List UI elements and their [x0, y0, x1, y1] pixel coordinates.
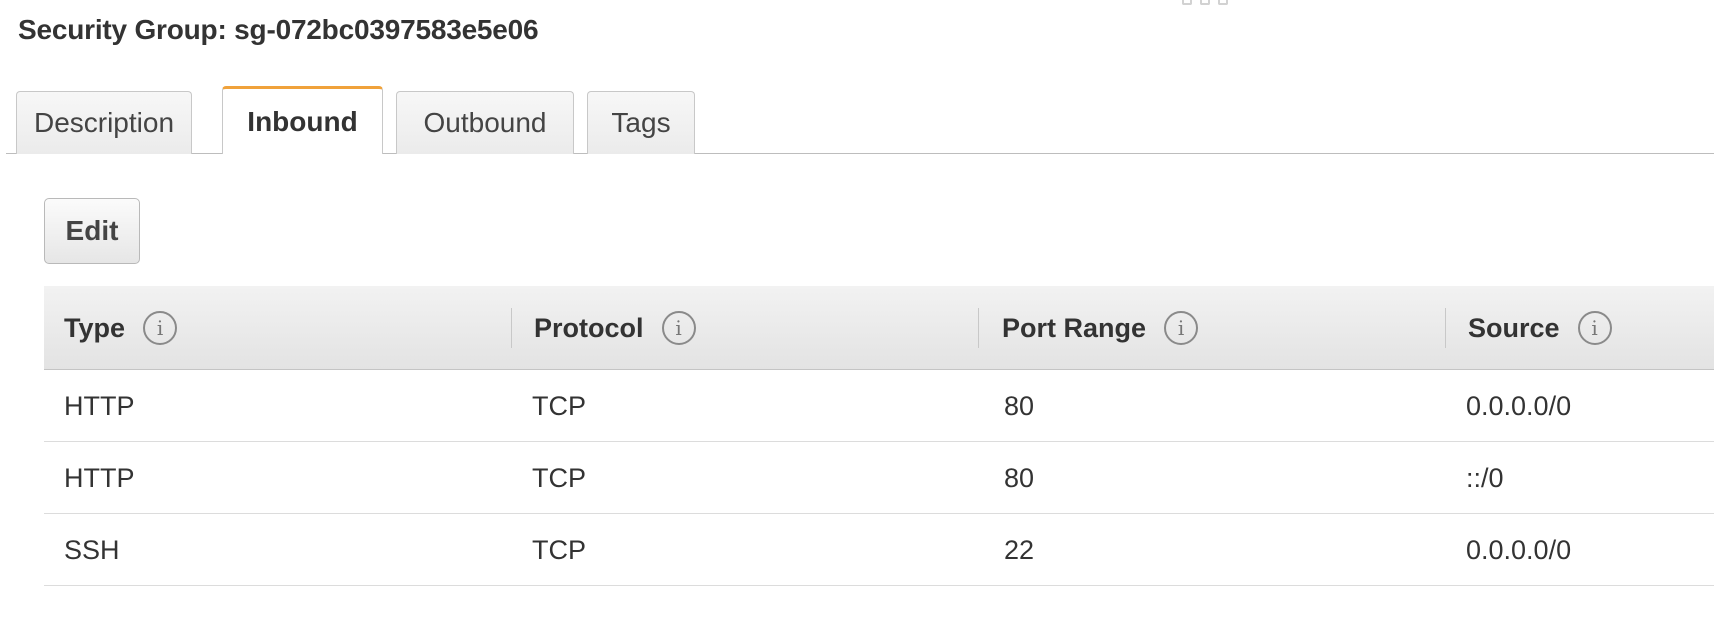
cell-protocol: TCP	[532, 390, 586, 421]
info-icon[interactable]: i	[661, 311, 696, 345]
page-title: Security Group: sg-072bc0397583e5e06	[18, 14, 539, 45]
column-header-label: Protocol	[534, 312, 644, 343]
info-icon[interactable]: i	[143, 311, 178, 345]
cell-source: 0.0.0.0/0	[1466, 534, 1572, 565]
table-row[interactable]: HTTP TCP 80 ::/0	[44, 442, 1714, 514]
cell-port-range: 22	[1004, 534, 1035, 565]
cell-type: HTTP	[64, 462, 135, 493]
info-icon[interactable]: i	[1577, 311, 1612, 345]
cell-port-range: 80	[1004, 462, 1035, 493]
cell-type: SSH	[64, 534, 120, 565]
inbound-rules-table: Type i Protocol i Port Range i Source i …	[44, 286, 1714, 586]
cell-source: ::/0	[1466, 462, 1504, 493]
resize-handle-icon[interactable]	[1182, 0, 1228, 5]
cell-source: 0.0.0.0/0	[1466, 390, 1572, 421]
column-header-source[interactable]: Source i	[1468, 286, 1612, 370]
column-header-protocol[interactable]: Protocol i	[534, 286, 696, 370]
column-header-label: Port Range	[1002, 312, 1147, 343]
column-divider[interactable]	[1445, 308, 1446, 348]
edit-button[interactable]: Edit	[44, 198, 140, 264]
tab-outbound[interactable]: Outbound	[396, 91, 574, 154]
cell-protocol: TCP	[532, 534, 586, 565]
tab-bar: Description Inbound Outbound Tags	[0, 86, 1714, 155]
column-divider[interactable]	[511, 308, 512, 348]
column-header-label: Type	[64, 312, 126, 343]
column-divider[interactable]	[978, 308, 979, 348]
table-header: Type i Protocol i Port Range i Source i	[44, 286, 1714, 370]
table-row[interactable]: SSH TCP 22 0.0.0.0/0	[44, 514, 1714, 586]
cell-protocol: TCP	[532, 462, 586, 493]
column-header-type[interactable]: Type i	[64, 286, 178, 370]
tab-tags[interactable]: Tags	[587, 91, 695, 154]
column-header-port-range[interactable]: Port Range i	[1002, 286, 1199, 370]
tab-description[interactable]: Description	[16, 91, 192, 154]
info-icon[interactable]: i	[1164, 311, 1199, 345]
security-group-panel: Security Group: sg-072bc0397583e5e06 Des…	[0, 0, 1714, 622]
column-header-label: Source	[1468, 312, 1560, 343]
cell-type: HTTP	[64, 390, 135, 421]
tab-inbound[interactable]: Inbound	[222, 86, 383, 155]
table-row[interactable]: HTTP TCP 80 0.0.0.0/0	[44, 370, 1714, 442]
cell-port-range: 80	[1004, 390, 1035, 421]
